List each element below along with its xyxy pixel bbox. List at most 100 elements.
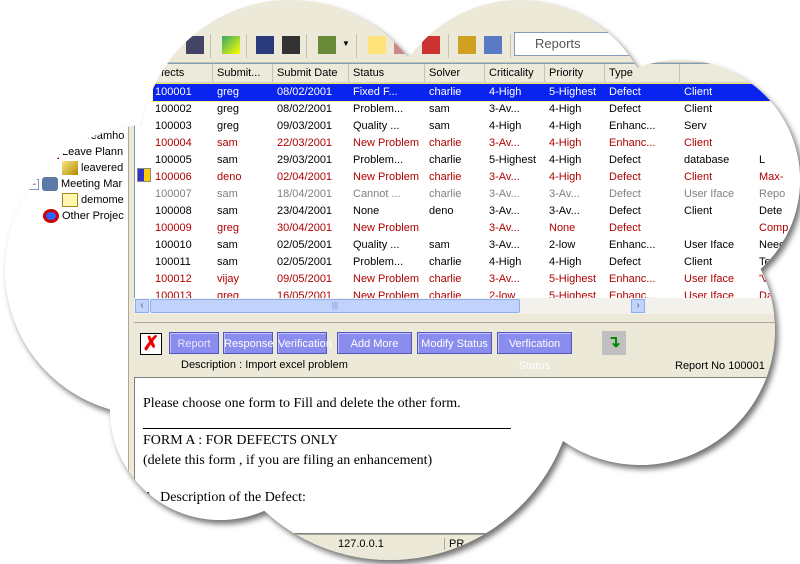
close-report-icon[interactable]: ✗ xyxy=(140,333,162,355)
verification-button[interactable]: Verification xyxy=(277,332,327,354)
separator xyxy=(356,34,357,58)
pencil-icon xyxy=(62,161,78,175)
table-row[interactable]: 100002 greg 08/02/2001 Problem... sam 3-Av...… xyxy=(153,101,800,118)
table-cell: 3-Av... xyxy=(489,205,520,217)
table-row[interactable]: 100001 greg 08/02/2001 Fixed F... charlie 4-H… xyxy=(153,84,800,101)
table-row[interactable]: 100011 sam 02/05/2001 Problem... charlie 4-Hi… xyxy=(153,254,800,271)
table-cell: 23/04/2001 xyxy=(277,205,333,217)
tree-item[interactable]: def xyxy=(108,96,123,112)
table-cell: Defect xyxy=(609,256,641,268)
tree-item[interactable]: leavered xyxy=(62,160,123,176)
report-button[interactable]: Report xyxy=(169,332,219,354)
table-row[interactable]: 100008 sam 23/04/2001 None deno 3-Av... 3-Av..… xyxy=(153,203,800,220)
table-row[interactable]: 100006 deno 02/04/2001 New Problem charlie 3-… xyxy=(153,169,800,186)
table-cell: greg xyxy=(217,86,240,98)
table-cell: vijay xyxy=(217,273,240,285)
table-cell: Client xyxy=(684,137,713,149)
table-row[interactable]: 100012 vijay 09/05/2001 New Problem charlie 3… xyxy=(153,271,800,288)
tree-item-other-projects[interactable]: Other Projec xyxy=(43,208,124,224)
next-arrow-icon[interactable]: ↴ xyxy=(602,331,626,355)
scrollbar-thumb[interactable]: ||| xyxy=(150,299,520,313)
vertical-scrollbar[interactable] xyxy=(784,325,800,375)
table-cell: 3-Av... xyxy=(489,137,520,149)
filter-icon[interactable] xyxy=(318,36,336,54)
binoculars-icon[interactable] xyxy=(186,36,204,54)
table-cell: deno xyxy=(217,171,242,183)
column-header[interactable]: Submit Date xyxy=(273,64,349,82)
table-cell: 08/02/2001 xyxy=(277,103,333,115)
table-row[interactable]: 100007 sam 18/04/2001 Cannot ... charlie 3-Av… xyxy=(153,186,800,203)
table-cell: 29/03/2001 xyxy=(277,154,333,166)
divider xyxy=(143,428,511,429)
scroll-right-icon[interactable]: › xyxy=(631,299,645,313)
table-cell: 100012 xyxy=(155,273,192,285)
horizontal-scrollbar[interactable]: ‹ ||| › xyxy=(134,298,800,314)
chart-icon[interactable] xyxy=(256,36,274,54)
workflow-icon[interactable] xyxy=(484,36,502,54)
separator xyxy=(210,34,211,58)
table-cell: 3-Av... xyxy=(489,273,520,285)
table-cell: Problem... xyxy=(353,154,404,166)
column-header[interactable]: Submit... xyxy=(213,64,273,82)
table-cell: sam xyxy=(429,120,450,132)
table-cell: Quality ... xyxy=(353,120,400,132)
table-cell: Defect xyxy=(609,154,641,166)
column-header[interactable] xyxy=(680,64,755,82)
tree-item-leave-planner[interactable]: Leave Plann xyxy=(43,144,123,160)
column-header[interactable]: Type xyxy=(605,64,680,82)
table-cell: 100010 xyxy=(155,239,192,251)
table-cell: 100003 xyxy=(155,120,192,132)
table-cell: Dete xyxy=(759,205,783,217)
scroll-left-icon[interactable]: ‹ xyxy=(135,299,149,313)
table-row[interactable]: 100010 sam 02/05/2001 Quality ... sam 3-Av...… xyxy=(153,237,800,254)
table-cell: charlie xyxy=(429,171,462,183)
user-report-icon[interactable] xyxy=(368,36,386,54)
table-row[interactable]: 100005 sam 29/03/2001 Problem... charlie 5-Hi… xyxy=(153,152,800,169)
table-cell: Cannot ... xyxy=(353,188,401,200)
tree-item-meeting-manager[interactable]: − Meeting Mar xyxy=(28,176,122,192)
tree-item[interactable]: demome xyxy=(62,192,124,208)
column-header[interactable]: Status xyxy=(349,64,425,82)
column-header[interactable]: Priority xyxy=(545,64,605,82)
table-cell: 100009 xyxy=(155,222,192,234)
column-header[interactable]: Defects xyxy=(135,64,213,82)
table-cell: Problem... xyxy=(353,256,404,268)
table-cell: deno xyxy=(429,205,454,217)
tree-item[interactable]: treamho xyxy=(84,128,124,144)
table-cell: New Problem xyxy=(353,222,420,234)
app-window: e def Plann treamho Leave Plann leavered… xyxy=(0,0,800,564)
doc-form-title: FORM A : FOR DEFECTS ONLY xyxy=(143,433,339,448)
description-label: Description : Import excel problem xyxy=(181,359,348,371)
doc-instruction: Please choose one form to Fill and delet… xyxy=(143,396,461,411)
modify-status-button[interactable]: Modify Status xyxy=(417,332,492,354)
verification-status-button[interactable]: Verfication Status xyxy=(497,332,572,354)
tree-item[interactable]: e xyxy=(110,80,116,96)
table-row[interactable]: 100009 greg 30/04/2001 New Problem 3-Av... No… xyxy=(153,220,800,237)
table-cell: 30/04/2001 xyxy=(277,222,333,234)
table-cell: sam xyxy=(217,256,238,268)
table-cell: 4-High xyxy=(489,256,522,268)
dropdown-arrow-icon[interactable]: ▼ xyxy=(342,39,350,48)
users-icon[interactable] xyxy=(422,36,440,54)
table-cell: New Problem xyxy=(353,137,420,149)
response-button[interactable]: Response xyxy=(223,332,273,354)
statistics-icon[interactable] xyxy=(458,36,476,54)
report-document[interactable]: Please choose one form to Fill and delet… xyxy=(134,377,800,534)
column-header[interactable]: Criticality xyxy=(485,64,545,82)
collapse-icon[interactable]: − xyxy=(28,179,39,190)
table-cell: User Iface xyxy=(684,239,735,251)
reports-box[interactable]: Reports xyxy=(514,32,686,56)
table-cell: 100008 xyxy=(155,205,192,217)
table-row[interactable]: 100003 greg 09/03/2001 Quality ... sam 4-High… xyxy=(153,118,800,135)
table-row[interactable]: 100004 sam 22/03/2001 New Problem charlie 3-A… xyxy=(153,135,800,152)
team-icon[interactable] xyxy=(394,36,412,54)
add-more-button[interactable]: Add More xyxy=(337,332,412,354)
export-icon[interactable] xyxy=(282,36,300,54)
separator xyxy=(448,34,449,58)
column-header[interactable]: Solver xyxy=(425,64,485,82)
attachment-icon[interactable] xyxy=(137,168,151,182)
phone-icon xyxy=(43,145,59,159)
tree-item[interactable]: Plann xyxy=(100,112,128,128)
edit-icon[interactable] xyxy=(222,36,240,54)
table-cell: sam xyxy=(429,239,450,251)
